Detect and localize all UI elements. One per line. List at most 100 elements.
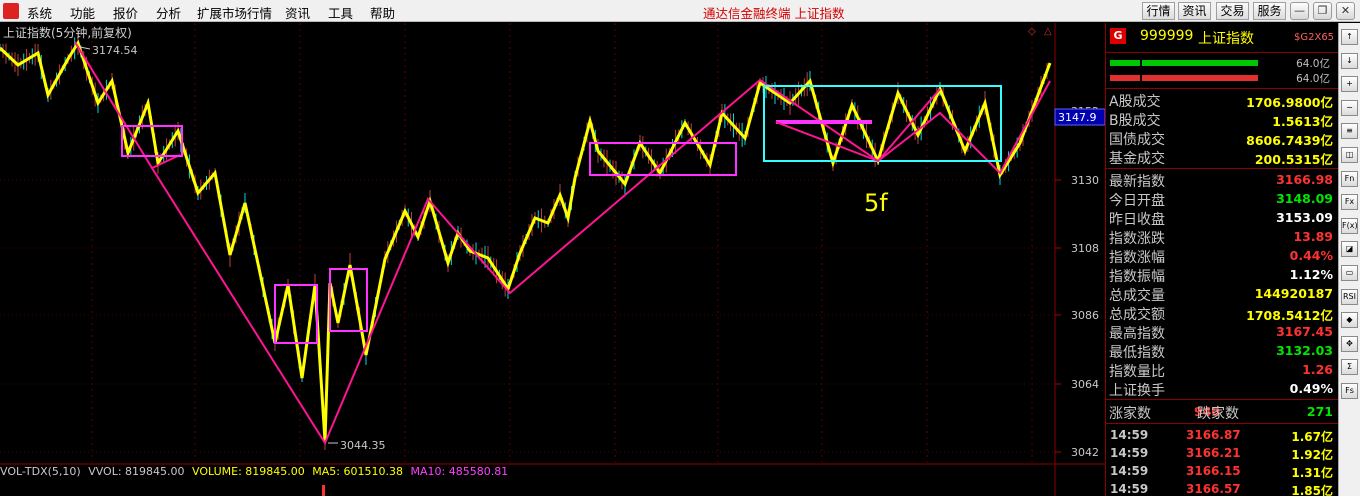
fx-icon[interactable]: Fx: [1341, 194, 1358, 211]
stat-row: 指数涨幅 0.44%: [1106, 247, 1338, 266]
tick-price: 3166.87: [1186, 428, 1241, 442]
close-icon[interactable]: ✕: [1336, 2, 1355, 20]
stat-value: 0.49%: [1289, 381, 1333, 396]
high-label: 3174.54: [92, 44, 138, 57]
row-value: 8606.7439亿: [1246, 133, 1333, 148]
vvol-value: VVOL: 819845.00: [88, 465, 185, 478]
stat-label: 上证换手: [1109, 383, 1165, 399]
stat-value: 3132.03: [1276, 343, 1333, 358]
zoom-in-icon[interactable]: +: [1341, 76, 1358, 93]
security-code: 999999: [1140, 28, 1194, 44]
row-value: 1.5613亿: [1272, 114, 1333, 129]
divider: [1106, 423, 1338, 424]
fn-icon[interactable]: Fn: [1341, 170, 1358, 187]
volume-bar: [322, 485, 325, 496]
chart-triangle-icon[interactable]: △: [1044, 26, 1052, 37]
tick-row: 14:59 3166.87 1.67亿: [1106, 427, 1338, 446]
chart-canvas[interactable]: 3130310830863064304231523147.9 3174.5430…: [0, 23, 1105, 496]
volume-value: VOLUME: 819845.00: [192, 465, 305, 478]
fs-icon[interactable]: Fs: [1341, 383, 1358, 399]
buy-bar-value: 64.0亿: [1296, 58, 1330, 70]
up-count-label: 涨家数: [1109, 406, 1151, 422]
window-icon[interactable]: ◪: [1341, 241, 1358, 258]
turnover-row-a: A股成交 1706.9800亿: [1106, 91, 1338, 110]
stat-value: 13.89: [1293, 229, 1333, 244]
vol-indicator-name[interactable]: VOL-TDX(5,10): [0, 465, 81, 478]
menu-analysis[interactable]: 分析: [156, 3, 181, 22]
menu-tools[interactable]: 工具: [328, 3, 353, 22]
chart-diamond-icon[interactable]: ◇: [1028, 26, 1036, 37]
sell-bar-right: [1142, 75, 1258, 81]
divider: [1106, 52, 1338, 53]
tick-row: 14:59 3166.57 1.85亿: [1106, 481, 1338, 496]
stat-label: 指数涨幅: [1109, 250, 1165, 266]
side-toolbar: ↑ ↓ + − ≡ ◫ Fn Fx F(x) ◪ ▭ RSI ◆ ✥ Σ Fs: [1338, 23, 1360, 496]
quote-info-panel: G 999999 上证指数 $G2X65 64.0亿 64.0亿 A股成交 17…: [1105, 23, 1338, 496]
divider: [1106, 88, 1338, 89]
current-price-text: 3147.9: [1058, 111, 1097, 124]
window-title: 通达信金融终端 上证指数: [703, 6, 845, 21]
ma10-value: MA10: 485580.81: [410, 465, 509, 478]
minimize-icon[interactable]: —: [1290, 2, 1309, 20]
diamond-icon[interactable]: ◆: [1341, 312, 1358, 329]
row-label: 国债成交: [1109, 132, 1165, 148]
stat-value: 0.44%: [1289, 248, 1333, 263]
news-button[interactable]: 资讯: [1178, 2, 1211, 20]
rsi-icon[interactable]: RSI: [1341, 288, 1358, 305]
row-label: A股成交: [1109, 94, 1161, 110]
quote-header: G 999999 上证指数 $G2X65: [1106, 25, 1338, 49]
menu-extended-market[interactable]: 扩展市场行情: [197, 3, 272, 22]
scroll-up-icon[interactable]: ↑: [1341, 29, 1358, 45]
panel-icon[interactable]: ▭: [1341, 265, 1358, 281]
tick-time: 14:59: [1110, 446, 1149, 460]
stat-value: 3167.45: [1276, 324, 1333, 339]
stat-value: 1708.5412亿: [1246, 308, 1333, 323]
row-label: 基金成交: [1109, 151, 1165, 167]
stat-row: 总成交量 144920187: [1106, 285, 1338, 304]
stat-value: 3148.09: [1276, 191, 1333, 206]
menu-function[interactable]: 功能: [70, 3, 95, 22]
service-button[interactable]: 服务: [1253, 2, 1286, 20]
market-breadth-row: 涨家数 940 跌家数 271: [1106, 403, 1338, 422]
menu-icon[interactable]: ≡: [1341, 123, 1358, 140]
tick-amount: 1.67亿: [1291, 430, 1333, 444]
move-icon[interactable]: ✥: [1341, 335, 1358, 352]
stat-row: 指数涨跌 13.89: [1106, 228, 1338, 247]
kline-chart-panel[interactable]: 3130310830863064304231523147.9 3174.5430…: [0, 23, 1105, 496]
zoom-out-icon[interactable]: −: [1341, 99, 1358, 116]
quote-button[interactable]: 行情: [1142, 2, 1175, 20]
scroll-down-icon[interactable]: ↓: [1341, 52, 1358, 69]
layout-icon[interactable]: ◫: [1341, 147, 1358, 163]
buy-sell-power-bars: 64.0亿 64.0亿: [1106, 54, 1338, 86]
stat-label: 指数振幅: [1109, 269, 1165, 285]
stat-label: 指数量比: [1109, 364, 1165, 380]
tick-price: 3166.15: [1186, 464, 1241, 478]
group-badge: G: [1110, 28, 1126, 44]
sell-bar-left: [1110, 75, 1140, 81]
menu-help[interactable]: 帮助: [370, 3, 395, 22]
sum-icon[interactable]: Σ: [1341, 359, 1358, 376]
tick-row: 14:59 3166.21 1.92亿: [1106, 445, 1338, 464]
trade-button[interactable]: 交易: [1216, 2, 1249, 20]
turnover-row-bond: 国债成交 8606.7439亿: [1106, 129, 1338, 148]
tick-time: 14:59: [1110, 464, 1149, 478]
tick-time: 14:59: [1110, 428, 1149, 442]
menu-quote[interactable]: 报价: [113, 3, 138, 22]
price-axis-tick: 3086: [1071, 309, 1099, 322]
stat-row: 最新指数 3166.98: [1106, 171, 1338, 190]
price-axis-tick: 3130: [1071, 174, 1099, 187]
stat-row: 今日开盘 3148.09: [1106, 190, 1338, 209]
menu-system[interactable]: 系统: [27, 3, 52, 22]
stat-value: 3166.98: [1276, 172, 1333, 187]
formula-icon[interactable]: F(x): [1341, 217, 1358, 234]
stat-label: 今日开盘: [1109, 193, 1165, 209]
menu-news[interactable]: 资讯: [285, 3, 310, 22]
stat-row: 指数振幅 1.12%: [1106, 266, 1338, 285]
stat-label: 最低指数: [1109, 345, 1165, 361]
stat-value: 1.26: [1302, 362, 1333, 377]
stat-row: 上证换手 0.49%: [1106, 380, 1338, 399]
stat-label: 最高指数: [1109, 326, 1165, 342]
restore-icon[interactable]: ❐: [1313, 2, 1332, 20]
tick-price: 3166.57: [1186, 482, 1241, 496]
app-logo-icon[interactable]: [3, 3, 19, 19]
